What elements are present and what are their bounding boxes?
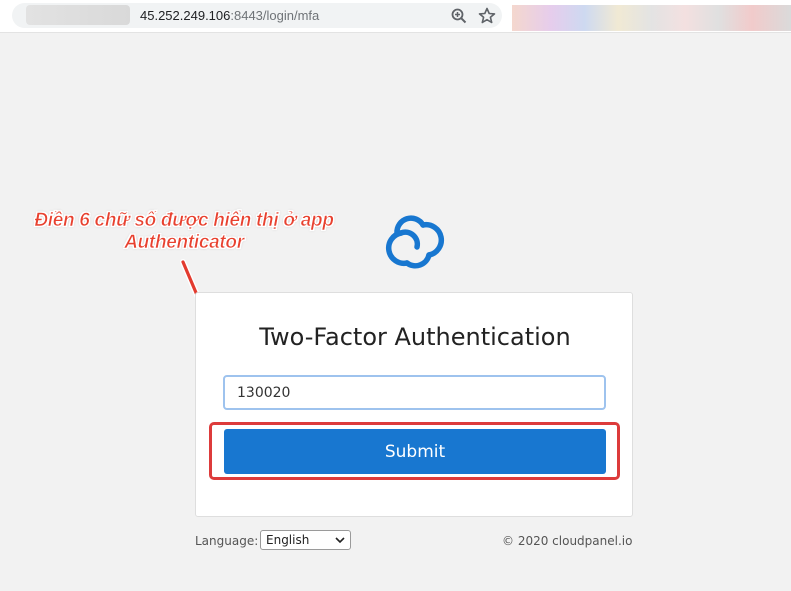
url-path: :8443/login/mfa xyxy=(230,8,320,23)
mfa-code-input[interactable] xyxy=(223,375,606,410)
address-bar[interactable]: 45.252.249.106:8443/login/mfa xyxy=(12,3,502,28)
cloud-logo-icon xyxy=(386,215,444,269)
url-text[interactable]: 45.252.249.106:8443/login/mfa xyxy=(140,8,319,23)
annotation-line-1: Điền 6 chữ số được hiển thị ở app xyxy=(34,210,334,232)
zoom-icon[interactable] xyxy=(449,6,469,26)
blurred-extensions-strip xyxy=(512,5,791,31)
language-select[interactable]: English xyxy=(260,530,351,550)
star-icon[interactable] xyxy=(477,6,497,26)
submit-button[interactable]: Submit xyxy=(224,429,606,474)
chevron-down-icon xyxy=(335,537,345,544)
mfa-card: Two-Factor Authentication Submit xyxy=(195,292,633,517)
language-selected-value: English xyxy=(266,533,310,547)
browser-toolbar: 45.252.249.106:8443/login/mfa xyxy=(0,0,791,33)
blurred-tab-area xyxy=(26,5,130,25)
url-host: 45.252.249.106 xyxy=(140,8,231,23)
language-label: Language: xyxy=(195,534,259,548)
annotation-callout: Điền 6 chữ số được hiển thị ở app Authen… xyxy=(8,210,360,254)
annotation-line-2: Authenticator xyxy=(124,232,245,254)
page-title: Two-Factor Authentication xyxy=(259,323,571,351)
copyright-text: © 2020 cloudpanel.io xyxy=(502,534,633,548)
